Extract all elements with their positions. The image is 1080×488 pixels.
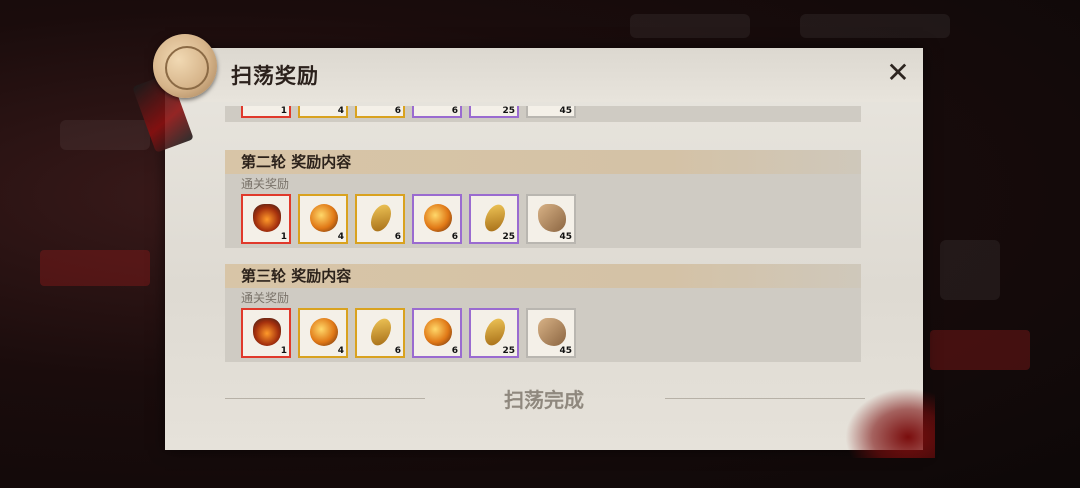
reward-round: 第三轮 奖励内容 通关奖励 1 4 6 6 25 45	[225, 264, 861, 362]
reward-item[interactable]: 6	[412, 194, 462, 244]
reward-item[interactable]: 4	[298, 194, 348, 244]
item-quantity: 1	[280, 232, 287, 242]
reward-item[interactable]: 4	[298, 106, 348, 118]
item-quantity: 45	[559, 232, 572, 242]
fire-orb-icon	[310, 204, 338, 232]
item-quantity: 4	[337, 232, 344, 242]
background-menu-item	[60, 120, 150, 150]
sweep-complete-text: 扫荡完成	[504, 388, 584, 412]
item-quantity: 4	[337, 106, 344, 116]
crown-orb-icon	[253, 204, 281, 232]
amber-shard-icon	[365, 201, 397, 235]
crown-orb-icon	[253, 318, 281, 346]
item-quantity: 1	[280, 346, 287, 356]
dialog-title: 扫荡奖励	[231, 63, 319, 88]
close-button[interactable]: ✕	[883, 58, 913, 88]
reward-item[interactable]: 4	[298, 308, 348, 358]
clear-reward-label: 通关奖励	[241, 291, 290, 305]
reward-item[interactable]: 6	[355, 194, 405, 244]
background-resource-bar	[800, 14, 950, 38]
item-quantity: 6	[394, 106, 401, 116]
item-quantity: 25	[502, 232, 515, 242]
reward-round: 第二轮 奖励内容 通关奖励 1 4 6 6 25 45	[225, 150, 861, 248]
amber-shard-icon	[365, 106, 397, 109]
item-quantity: 6	[451, 106, 458, 116]
reward-item[interactable]: 1	[241, 194, 291, 244]
background-highlight	[930, 330, 1030, 370]
round-title: 第三轮 奖励内容	[225, 264, 861, 288]
sweep-complete-footer: 扫荡完成	[165, 380, 923, 450]
fire-orb-icon	[424, 318, 452, 346]
item-quantity: 6	[394, 232, 401, 242]
item-quantity: 25	[502, 346, 515, 356]
reward-list[interactable]: 1 4 6 6 25 45 第二轮 奖励内容 通关奖励 1 4 6 6 25 4…	[225, 106, 861, 376]
item-quantity: 45	[559, 346, 572, 356]
fire-orb-icon	[424, 204, 452, 232]
reward-item[interactable]: 25	[469, 194, 519, 244]
item-quantity: 4	[337, 346, 344, 356]
background-highlight	[40, 250, 150, 286]
reward-item[interactable]: 6	[355, 106, 405, 118]
fire-orb-icon	[310, 318, 338, 346]
item-quantity: 6	[394, 346, 401, 356]
reward-item[interactable]: 25	[469, 106, 519, 118]
reward-items: 1 4 6 6 25 45	[225, 194, 861, 248]
reward-item[interactable]: 45	[526, 308, 576, 358]
reward-item[interactable]: 6	[355, 308, 405, 358]
reward-items: 1 4 6 6 25 45	[225, 106, 861, 122]
reward-item[interactable]: 1	[241, 106, 291, 118]
item-quantity: 6	[451, 346, 458, 356]
item-quantity: 1	[280, 106, 287, 116]
round-title: 第二轮 奖励内容	[225, 150, 861, 174]
item-quantity: 45	[559, 106, 572, 116]
clear-reward-label: 通关奖励	[241, 177, 290, 191]
amber-shard-icon	[365, 315, 397, 349]
reward-item[interactable]: 45	[526, 194, 576, 244]
item-quantity: 25	[502, 106, 515, 116]
sweep-reward-dialog: 扫荡奖励 ✕ 1 4 6 6 25 45 第二轮 奖励内容 通关奖励 1 4 6…	[132, 34, 935, 458]
reward-item[interactable]: 45	[526, 106, 576, 118]
item-quantity: 6	[451, 232, 458, 242]
reward-round: 1 4 6 6 25 45	[225, 106, 861, 122]
amber-shard-icon	[479, 201, 511, 235]
ore-stone-icon	[538, 204, 566, 232]
reward-item[interactable]: 25	[469, 308, 519, 358]
reward-item[interactable]: 1	[241, 308, 291, 358]
reward-items: 1 4 6 6 25 45	[225, 308, 861, 362]
reward-item[interactable]: 6	[412, 106, 462, 118]
blood-splatter-decoration	[845, 388, 935, 458]
wax-seal-icon	[153, 34, 217, 98]
background-icon	[940, 240, 1000, 300]
amber-shard-icon	[479, 315, 511, 349]
ore-stone-icon	[538, 318, 566, 346]
reward-item[interactable]: 6	[412, 308, 462, 358]
background-resource-bar	[630, 14, 750, 38]
